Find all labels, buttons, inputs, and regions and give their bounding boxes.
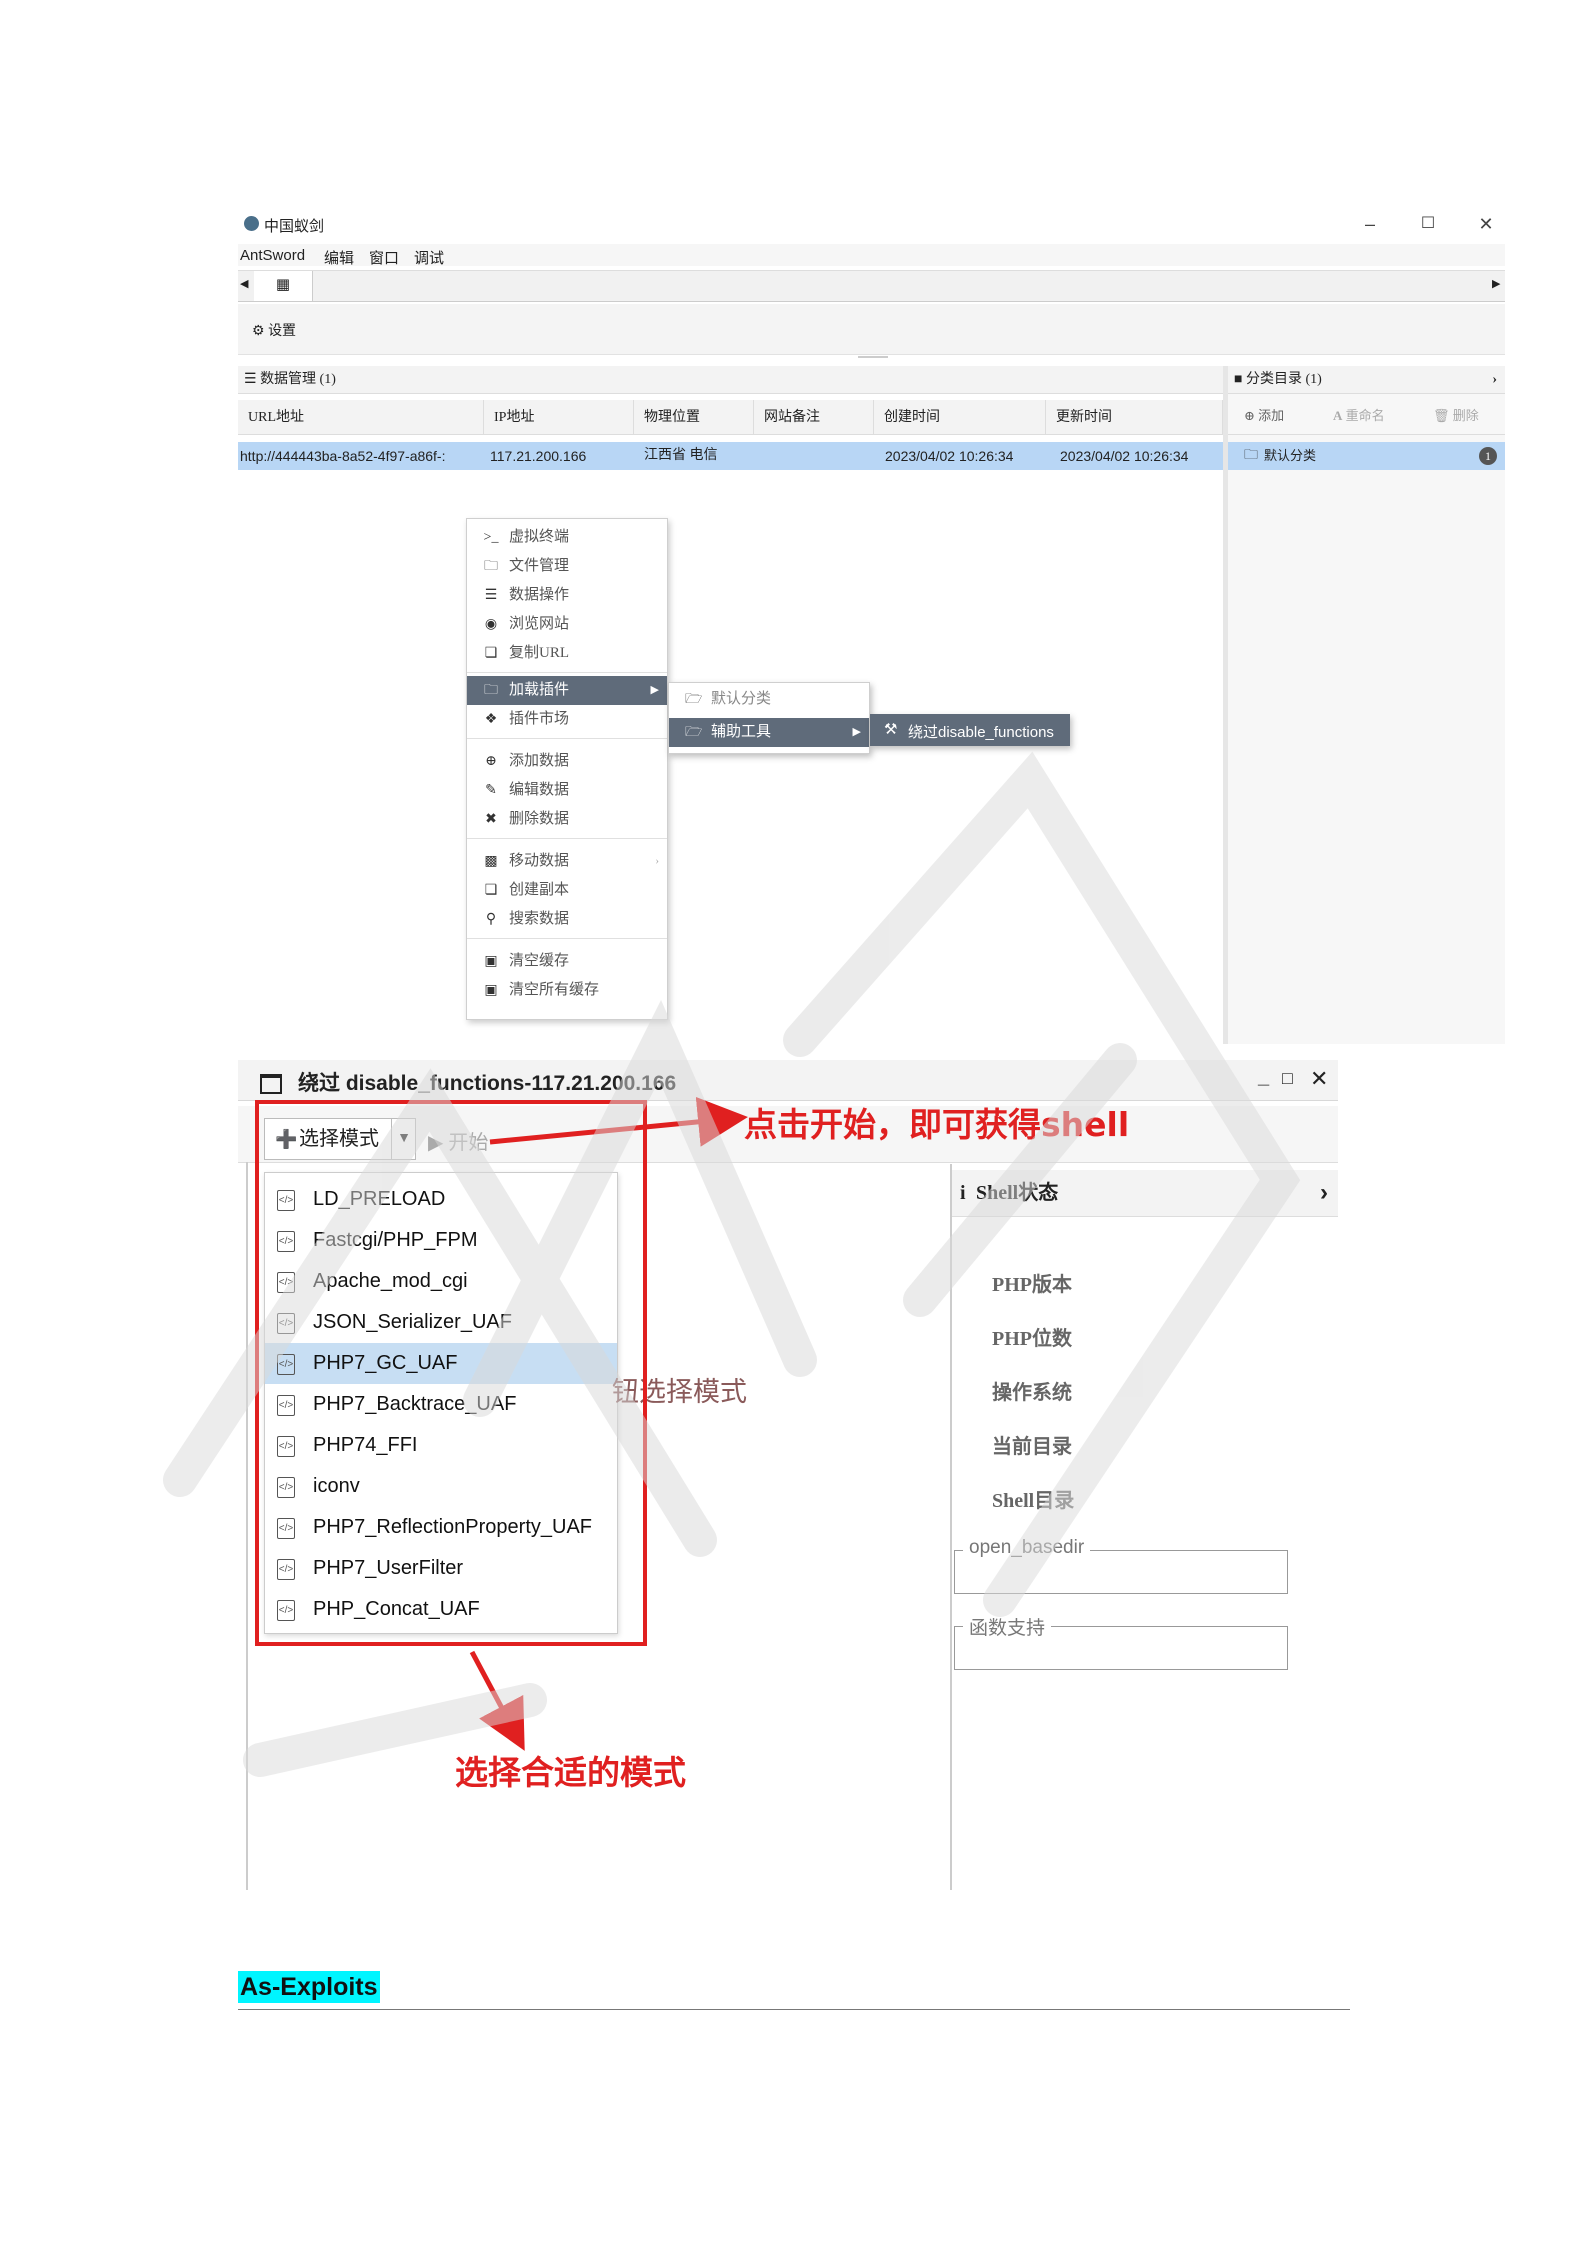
annotation-click-start: 点击开始，即可获得shell [744,1105,1130,1144]
annotation-choose-mode: 选择合适的模式 [455,1753,686,1792]
heading-rule [238,2009,1350,2010]
section-heading: As-Exploits [238,1971,380,2003]
